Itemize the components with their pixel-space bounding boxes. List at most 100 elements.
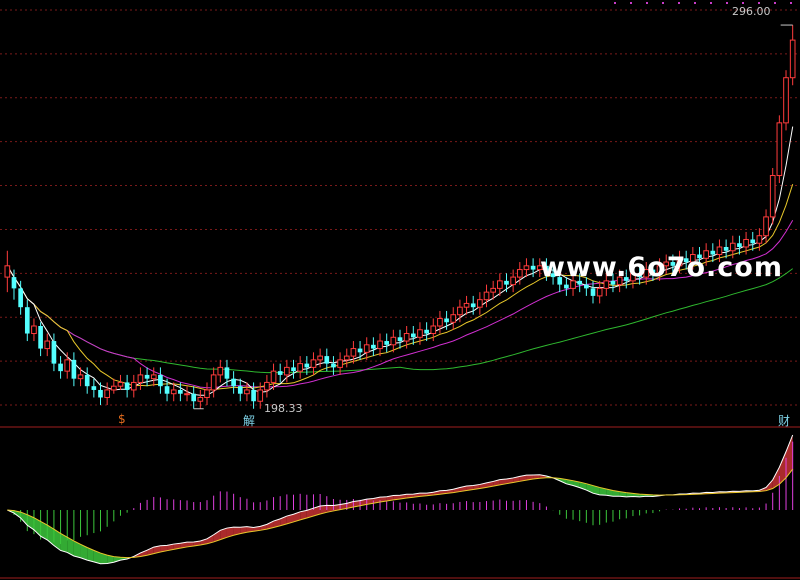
candle-body bbox=[371, 344, 376, 349]
candle-body bbox=[510, 276, 516, 286]
candle-body bbox=[297, 363, 303, 372]
candle-body bbox=[350, 348, 357, 357]
candle-body bbox=[397, 337, 403, 342]
candle-body bbox=[430, 325, 437, 335]
candle-body bbox=[584, 284, 589, 289]
candle-body bbox=[497, 280, 503, 289]
kline-chart: 296.00 198.33 $ 解 财 www.6o7o.com bbox=[0, 0, 800, 580]
candle-body bbox=[237, 386, 243, 394]
top-dot bbox=[662, 2, 664, 4]
dea-line bbox=[7, 468, 794, 559]
candle-body bbox=[251, 389, 256, 402]
candle-body bbox=[284, 366, 290, 376]
candle-body bbox=[291, 367, 296, 372]
top-dot bbox=[726, 2, 728, 4]
candle-body bbox=[217, 366, 224, 376]
candle-body bbox=[590, 288, 596, 296]
candle-body bbox=[444, 318, 449, 323]
candle-body bbox=[210, 374, 217, 391]
top-dot bbox=[758, 2, 760, 4]
top-dot bbox=[790, 2, 792, 4]
candle-body bbox=[769, 175, 776, 218]
unlock-marker: 解 bbox=[243, 414, 256, 428]
candle-body bbox=[64, 359, 71, 372]
candle-body bbox=[463, 302, 470, 308]
ma10-line bbox=[6, 184, 794, 391]
candle-body bbox=[776, 122, 783, 177]
candle-body bbox=[324, 356, 330, 364]
candle-body bbox=[417, 329, 423, 338]
candle-body bbox=[310, 359, 317, 368]
candle-body bbox=[470, 303, 476, 308]
candle-body bbox=[170, 389, 177, 395]
candle-body bbox=[31, 325, 37, 335]
top-dot bbox=[630, 2, 632, 4]
candle-body bbox=[130, 381, 137, 391]
candle-body bbox=[204, 389, 210, 398]
candle-body bbox=[231, 378, 236, 387]
candle-body bbox=[737, 243, 742, 247]
candle-body bbox=[178, 389, 183, 394]
candle-body bbox=[337, 359, 343, 368]
candle-body bbox=[516, 269, 523, 278]
ma20-line bbox=[6, 220, 794, 389]
top-dot bbox=[742, 2, 744, 4]
candle-body bbox=[11, 277, 17, 289]
candle-body bbox=[277, 371, 283, 375]
watermark: www.6o7o.com bbox=[540, 252, 783, 283]
candle-body bbox=[596, 287, 603, 297]
candle-body bbox=[729, 242, 736, 252]
candle-body bbox=[410, 333, 416, 338]
candle-body bbox=[384, 341, 390, 345]
candle-body bbox=[191, 393, 197, 402]
candle-body bbox=[317, 355, 323, 361]
candle-body bbox=[224, 367, 230, 379]
candle-body bbox=[424, 329, 429, 334]
top-dot bbox=[646, 2, 648, 4]
candle-body bbox=[104, 389, 110, 398]
candle-body bbox=[477, 299, 483, 308]
candle-body bbox=[164, 386, 170, 394]
candle-body bbox=[150, 374, 157, 380]
candle-body bbox=[270, 370, 277, 383]
candle-body bbox=[144, 374, 150, 379]
candle-body bbox=[750, 239, 756, 244]
candle-body bbox=[77, 374, 84, 380]
candle-body bbox=[363, 344, 370, 353]
candle-body bbox=[18, 288, 23, 308]
candle-body bbox=[523, 265, 530, 271]
candle-body bbox=[51, 341, 57, 364]
candle-body bbox=[84, 374, 90, 387]
candle-body bbox=[244, 389, 250, 395]
candle-body bbox=[763, 216, 769, 237]
candle-body bbox=[24, 307, 30, 334]
low-price-label: 198.33 bbox=[264, 402, 303, 415]
candle-body bbox=[357, 348, 363, 353]
dividend-marker: $ bbox=[118, 412, 126, 426]
candle-body bbox=[257, 389, 264, 402]
candle-body bbox=[530, 265, 536, 270]
candle-body bbox=[158, 374, 163, 387]
candle-body bbox=[756, 235, 763, 244]
candle-body bbox=[564, 284, 569, 289]
candle-body bbox=[723, 247, 729, 251]
top-dot bbox=[678, 2, 680, 4]
candle-body bbox=[483, 291, 490, 301]
chart-canvas bbox=[0, 2, 800, 579]
candle-body bbox=[343, 355, 350, 361]
candle-body bbox=[743, 238, 749, 248]
macd-band bbox=[786, 435, 793, 478]
candle-body bbox=[789, 39, 796, 79]
top-dot bbox=[694, 2, 696, 4]
top-dot bbox=[614, 2, 616, 4]
candle-body bbox=[184, 393, 190, 396]
candle-body bbox=[137, 374, 144, 383]
candle-body bbox=[98, 389, 103, 398]
candle-body bbox=[390, 336, 397, 346]
candle-body bbox=[44, 340, 51, 350]
candle-body bbox=[91, 386, 97, 390]
candle-body bbox=[58, 363, 63, 372]
candle-body bbox=[457, 306, 463, 316]
candle-body bbox=[304, 363, 310, 368]
candle-body bbox=[38, 326, 43, 349]
